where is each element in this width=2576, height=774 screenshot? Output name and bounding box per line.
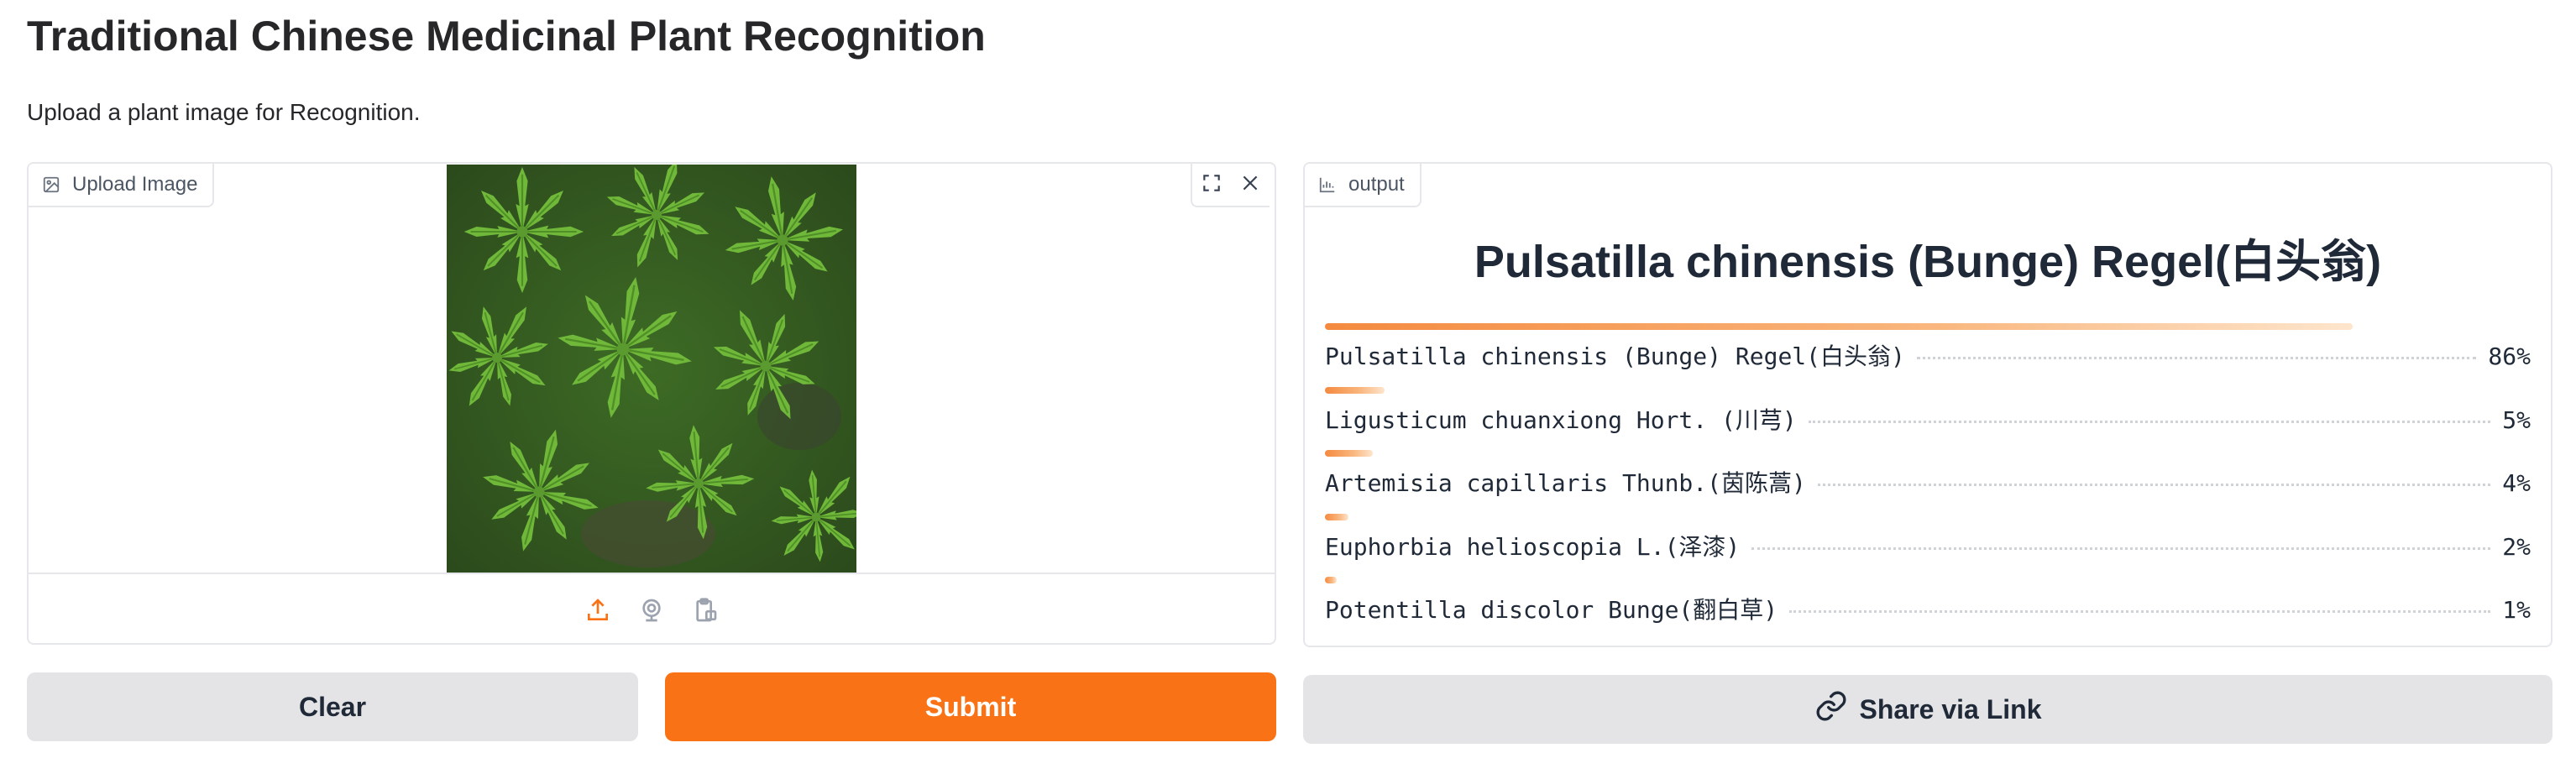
dotted-leader [1808, 420, 2491, 423]
confidence-item: Euphorbia helioscopia L.(泽漆) 2% [1325, 513, 2531, 578]
image-icon [42, 175, 60, 194]
dotted-leader [1817, 484, 2491, 486]
image-tools [1191, 164, 1270, 207]
share-via-link-button[interactable]: Share via Link [1303, 675, 2552, 744]
confidence-percent: 4% [2502, 469, 2531, 497]
confidence-percent: 1% [2502, 596, 2531, 624]
confidence-item: Artemisia capillaris Thunb.(茵陈蒿) 4% [1325, 450, 2531, 514]
confidence-row: Artemisia capillaris Thunb.(茵陈蒿) 4% [1325, 465, 2531, 499]
confidence-label: Artemisia capillaris Thunb.(茵陈蒿) [1325, 469, 1806, 497]
close-icon[interactable] [1231, 164, 1270, 202]
confidence-row: Ligusticum chuanxiong Hort. (川芎) 5% [1325, 402, 2531, 436]
image-input-panel: Upload Image [27, 162, 1276, 645]
share-button-label: Share via Link [1859, 693, 2042, 724]
upload-image-label: Upload Image [29, 164, 215, 207]
fullscreen-icon[interactable] [1192, 164, 1231, 202]
output-panel: output Pulsatilla chinensis (Bunge) Rege… [1303, 162, 2552, 647]
dotted-leader [1916, 357, 2477, 359]
confidence-item: Potentilla discolor Bunge(翻白草) 1% [1325, 577, 2531, 641]
upload-image-label-text: Upload Image [72, 173, 198, 196]
confidence-bar [1325, 323, 2353, 330]
dotted-leader [1751, 547, 2491, 550]
webcam-icon[interactable] [636, 594, 668, 626]
confidence-row: Potentilla discolor Bunge(翻白草) 1% [1325, 592, 2531, 625]
clipboard-icon[interactable] [689, 594, 721, 626]
confidence-item: Pulsatilla chinensis (Bunge) Regel(白头翁) 8… [1325, 323, 2531, 387]
confidence-row: Pulsatilla chinensis (Bunge) Regel(白头翁) 8… [1325, 338, 2531, 372]
page-title: Traditional Chinese Medicinal Plant Reco… [27, 13, 986, 60]
clear-button[interactable]: Clear [27, 672, 638, 741]
confidence-bar [1325, 450, 1373, 457]
confidence-label: Euphorbia helioscopia L.(泽漆) [1325, 532, 1741, 561]
predicted-label: Pulsatilla chinensis (Bunge) Regel(白头翁) [1474, 237, 2382, 287]
confidence-percent: 2% [2502, 532, 2531, 561]
confidence-bar [1325, 386, 1385, 394]
confidence-item: Ligusticum chuanxiong Hort. (川芎) 5% [1325, 386, 2531, 451]
dotted-leader [1789, 610, 2491, 613]
confidence-bar [1325, 577, 1338, 583]
confidence-row: Euphorbia helioscopia L.(泽漆) 2% [1325, 529, 2531, 562]
confidence-label: Potentilla discolor Bunge(翻白草) [1325, 596, 1778, 624]
bar-chart-icon [1318, 175, 1337, 194]
confidence-percent: 86% [2488, 343, 2531, 370]
page-description: Upload a plant image for Recognition. [27, 99, 421, 125]
confidence-bar [1325, 513, 1349, 520]
image-source-selector [29, 573, 1275, 643]
confidence-label: Ligusticum chuanxiong Hort. (川芎) [1325, 405, 1797, 434]
confidence-list: Pulsatilla chinensis (Bunge) Regel(白头翁) 8… [1325, 323, 2531, 641]
confidence-percent: 5% [2502, 405, 2531, 434]
output-label: output [1305, 164, 1422, 207]
link-icon [1814, 689, 1848, 730]
upload-icon[interactable] [582, 594, 614, 626]
uploaded-plant-image [447, 165, 856, 573]
submit-button[interactable]: Submit [665, 672, 1276, 741]
output-label-text: output [1348, 173, 1405, 196]
confidence-label: Pulsatilla chinensis (Bunge) Regel(白头翁) [1325, 343, 1905, 370]
